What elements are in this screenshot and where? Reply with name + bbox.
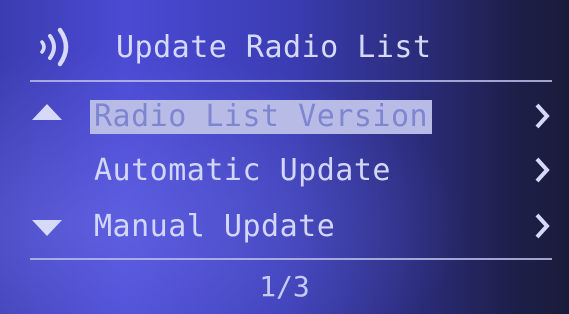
- triangle-up-icon[interactable]: [30, 102, 64, 122]
- menu-item-label: Automatic Update: [94, 153, 391, 188]
- radio-signal-icon: [40, 27, 69, 67]
- page-indicator: 1/3: [259, 270, 310, 303]
- triangle-down-icon[interactable]: [30, 218, 64, 238]
- footer-divider: [30, 258, 552, 260]
- chevron-right-icon: [535, 157, 550, 183]
- chevron-right-icon: [535, 103, 550, 129]
- menu-item-label: Radio List Version: [90, 100, 433, 134]
- header-divider: [30, 80, 552, 82]
- menu-item-manual-update[interactable]: Manual Update: [0, 204, 569, 250]
- menu-item-label: Manual Update: [94, 209, 336, 244]
- radio-display-screen: Update Radio List Radio List Version Aut…: [0, 0, 569, 314]
- menu-item-automatic-update[interactable]: Automatic Update: [0, 148, 569, 194]
- screen-title: Update Radio List: [116, 30, 432, 65]
- chevron-right-icon: [535, 213, 550, 239]
- menu-item-radio-list-version[interactable]: Radio List Version: [0, 94, 569, 140]
